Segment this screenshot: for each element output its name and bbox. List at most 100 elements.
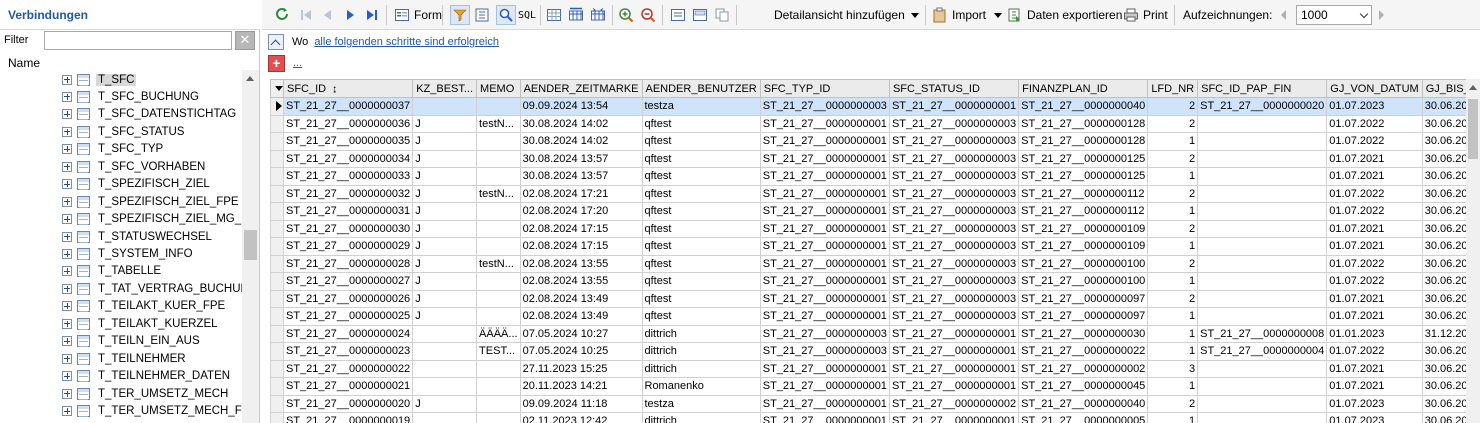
table-cell[interactable]: ST_21_27__0000000040 <box>1018 394 1149 413</box>
print-button[interactable]: Print <box>1123 5 1168 25</box>
table-cell[interactable]: ST_21_27__0000000008 <box>1197 324 1328 343</box>
table-cell[interactable]: 30.06.2022 <box>1421 307 1466 326</box>
table-cell[interactable]: ST_21_27__0000000003 <box>888 254 1020 273</box>
table-cell[interactable]: ÄÄÄÄ... <box>476 324 521 343</box>
records-next-button[interactable] <box>1379 5 1384 25</box>
table-cell[interactable]: ST_21_27__0000000023 <box>282 342 414 361</box>
row-header[interactable] <box>270 394 284 413</box>
table-cell[interactable]: 01.07.2021 <box>1326 167 1423 186</box>
table-cell[interactable] <box>476 149 521 168</box>
table-cell[interactable]: 01.07.2021 <box>1326 219 1423 238</box>
table-cell[interactable] <box>1197 359 1328 378</box>
tree-item[interactable]: T_SPEZIFISCH_ZIEL_MG_HP <box>62 211 242 228</box>
table-cell[interactable]: 30.06.2023 <box>1421 184 1466 203</box>
next-record-button[interactable] <box>342 5 358 25</box>
table-cell[interactable]: qftest <box>641 237 761 256</box>
sort-button[interactable] <box>474 5 490 25</box>
table-cell[interactable] <box>412 97 478 116</box>
table-cell[interactable]: qftest <box>641 114 761 133</box>
table-cell[interactable]: ST_21_27__0000000034 <box>282 149 414 168</box>
expand-icon[interactable] <box>62 214 72 225</box>
table-cell[interactable]: 30.06.2023 <box>1421 114 1466 133</box>
table-cell[interactable] <box>476 132 521 151</box>
table-cell[interactable] <box>1197 114 1328 133</box>
table-cell[interactable] <box>1197 184 1328 203</box>
table-cell[interactable]: J <box>412 254 478 273</box>
tree-item[interactable]: T_SYSTEM_INFO <box>62 246 195 263</box>
table-cell[interactable]: 01.07.2022 <box>1326 132 1423 151</box>
table-cell[interactable]: 02.11.2023 12:42 <box>519 412 643 423</box>
view-split-button[interactable] <box>692 5 708 25</box>
table-cell[interactable]: 30.06.2023 <box>1421 272 1466 291</box>
tree-item[interactable]: T_SFC_VORHABEN <box>62 158 207 175</box>
expand-icon[interactable] <box>62 371 72 382</box>
table-cell[interactable]: 30.06.2022 <box>1421 359 1466 378</box>
table-cell[interactable]: qftest <box>641 132 761 151</box>
table-cell[interactable]: ST_21_27__0000000001 <box>759 377 890 396</box>
table-row[interactable]: ST_21_27__0000000023 TEST... 07.05.2024 10… <box>270 342 1466 361</box>
table-cell[interactable]: ST_21_27__0000000001 <box>888 377 1020 396</box>
table-cell[interactable]: 2 <box>1147 97 1199 116</box>
table-cell[interactable]: ST_21_27__0000000030 <box>282 219 414 238</box>
table-cell[interactable]: ST_21_27__0000000001 <box>888 97 1020 116</box>
table-cell[interactable] <box>1197 237 1328 256</box>
table-cell[interactable]: dittrich <box>641 324 761 343</box>
table-cell[interactable]: 30.06.2022 <box>1421 237 1466 256</box>
table-cell[interactable]: 1 <box>1147 272 1199 291</box>
table-cell[interactable]: J <box>412 219 478 238</box>
table-cell[interactable]: ST_21_27__0000000100 <box>1018 254 1149 273</box>
table-row[interactable]: ST_21_27__0000000030 J 02.08.2024 17:15 qft… <box>270 219 1466 238</box>
table-cell[interactable]: testza <box>641 97 761 116</box>
table-cell[interactable]: 1 <box>1147 377 1199 396</box>
records-select[interactable]: 1000 <box>1296 5 1372 25</box>
column-header[interactable]: SFC_STATUS_ID <box>888 79 1020 98</box>
search-button[interactable] <box>496 5 516 25</box>
table-cell[interactable]: 27.11.2023 15:25 <box>519 359 643 378</box>
tree-item[interactable]: T_TEILNEHMER <box>62 350 188 367</box>
table-row[interactable]: ST_21_27__0000000024 ÄÄÄÄ... 07.05.2024 10… <box>270 324 1466 343</box>
column-fit-button[interactable] <box>590 5 606 25</box>
table-cell[interactable]: qftest <box>641 184 761 203</box>
zoom-in-button[interactable] <box>618 5 634 25</box>
table-cell[interactable] <box>1197 149 1328 168</box>
table-cell[interactable]: 1 <box>1147 307 1199 326</box>
table-cell[interactable]: 30.06.2024 <box>1421 97 1466 116</box>
table-cell[interactable]: 01.07.2021 <box>1326 289 1423 308</box>
table-row[interactable]: ST_21_27__0000000020 J 09.09.2024 11:18 tes… <box>270 394 1466 413</box>
table-row[interactable]: ST_21_27__0000000022 27.11.2023 15:25 ditt… <box>270 359 1466 378</box>
tree-item[interactable]: T_SFC_DATENSTICHTAG <box>62 106 238 123</box>
column-header[interactable]: KZ_BEST... <box>412 79 478 98</box>
table-cell[interactable]: 3 <box>1147 359 1199 378</box>
table-row[interactable]: ST_21_27__0000000031 J 02.08.2024 17:20 qft… <box>270 202 1466 221</box>
row-header[interactable] <box>270 237 284 256</box>
table-row[interactable]: ST_21_27__0000000028 JtestN... 02.08.2024 … <box>270 254 1466 273</box>
expand-icon[interactable] <box>62 301 72 312</box>
table-cell[interactable]: 2 <box>1147 254 1199 273</box>
table-cell[interactable]: ST_21_27__0000000112 <box>1018 202 1149 221</box>
table-cell[interactable]: ST_21_27__0000000045 <box>1018 377 1149 396</box>
table-cell[interactable]: ST_21_27__0000000109 <box>1018 219 1149 238</box>
table-cell[interactable]: 1 <box>1147 202 1199 221</box>
table-row[interactable]: ST_21_27__0000000033 J 30.08.2024 13:57 qft… <box>270 167 1466 186</box>
table-cell[interactable]: qftest <box>641 272 761 291</box>
tree-item[interactable]: T_TER_UMSETZ_MECH <box>62 385 230 402</box>
table-cell[interactable]: ST_21_27__0000000003 <box>888 114 1020 133</box>
table-cell[interactable]: qftest <box>641 307 761 326</box>
more-conditions-link[interactable]: ... <box>293 57 302 69</box>
table-cell[interactable]: ST_21_27__0000000003 <box>888 184 1020 203</box>
tree-item[interactable]: T_TAT_VERTRAG_BUCHUNG <box>62 280 242 297</box>
table-cell[interactable]: J <box>412 289 478 308</box>
table-cell[interactable]: 01.07.2021 <box>1326 307 1423 326</box>
table-cell[interactable]: ST_21_27__0000000003 <box>759 97 890 116</box>
grid-view-button[interactable] <box>546 5 562 25</box>
table-cell[interactable]: 2 <box>1147 184 1199 203</box>
table-cell[interactable]: Romanenko <box>641 377 761 396</box>
table-cell[interactable] <box>412 342 478 361</box>
table-cell[interactable]: testN... <box>476 184 521 203</box>
table-cell[interactable]: 01.07.2022 <box>1326 254 1423 273</box>
copy-button[interactable] <box>714 5 730 25</box>
tree-item[interactable]: T_SFC <box>62 71 137 88</box>
table-cell[interactable]: 1 <box>1147 237 1199 256</box>
row-header[interactable] <box>270 377 284 396</box>
table-cell[interactable]: ST_21_27__0000000035 <box>282 132 414 151</box>
